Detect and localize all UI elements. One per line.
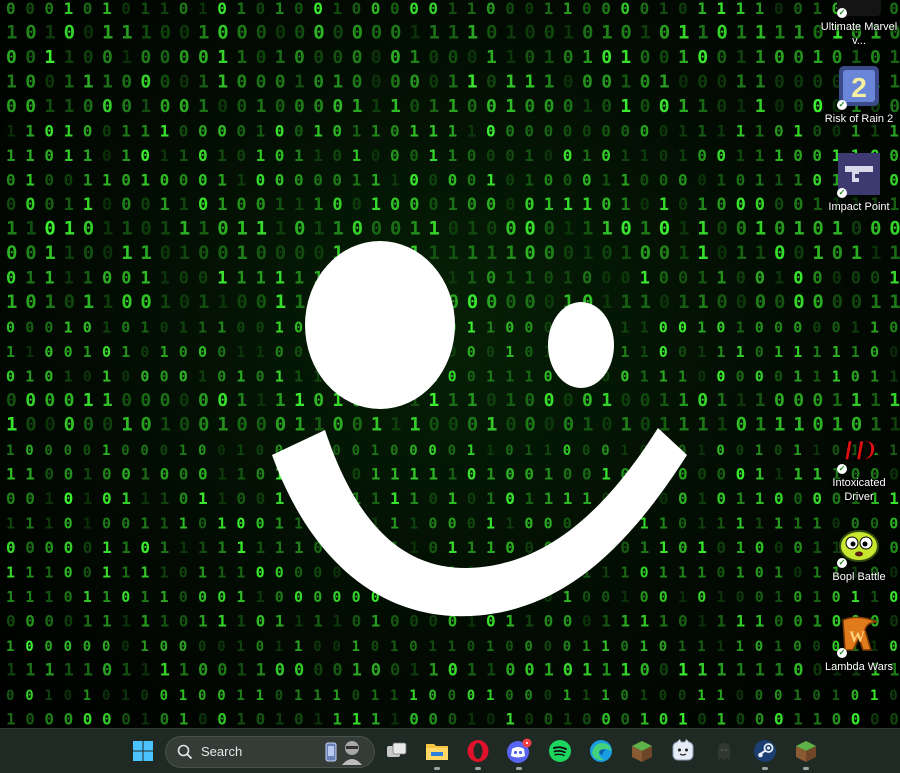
running-indicator (434, 767, 440, 770)
smiley-mouth (272, 428, 687, 617)
search-icon (177, 744, 193, 760)
desktop: 0001010110101010010000011000110000101111… (0, 0, 900, 728)
minecraft[interactable] (626, 735, 658, 767)
discord[interactable]: • (503, 735, 535, 770)
desktop-icon-risk-of-rain-2[interactable]: 2 ✓ Risk of Rain 2 (817, 64, 900, 126)
cute-face-icon (672, 739, 694, 761)
folder-icon (426, 744, 448, 760)
file-explorer[interactable] (421, 735, 453, 770)
desktop-icon-intoxicated-driver[interactable]: ID ✓ Intoxicated Driver (817, 428, 900, 504)
grass-block-icon (796, 741, 816, 762)
minecraft-launcher[interactable] (790, 735, 822, 770)
smiley-left-eye (305, 241, 455, 409)
sync-check-icon: ✓ (837, 188, 847, 198)
windows-logo-icon (133, 741, 153, 761)
desktop-icon-label: Bopl Battle (832, 571, 886, 583)
task-view-icon (387, 742, 407, 757)
taskbar: Search • (0, 728, 900, 773)
running-indicator (803, 767, 809, 770)
steam-icon (754, 740, 776, 762)
task-view-button[interactable] (381, 735, 413, 767)
desktop-icon-label: Ultimate Marvel v... (820, 21, 898, 47)
sync-check-icon: ✓ (837, 558, 847, 568)
desktop-icon-ultimate-marvel[interactable]: ✓ Ultimate Marvel v... (817, 0, 900, 48)
running-indicator (762, 767, 768, 770)
spotify-icon (549, 740, 571, 762)
running-indicator (516, 767, 522, 770)
lambda-wars-icon: W ✓ (837, 612, 881, 658)
search-highlight-phone-icon (325, 742, 337, 762)
search-box[interactable]: Search (165, 736, 375, 768)
smiley-right-eye (548, 302, 614, 388)
companion-app[interactable] (667, 735, 699, 767)
microsoft-edge[interactable] (585, 735, 617, 767)
id-logo-icon: ID ✓ (837, 428, 881, 474)
ghost-icon (718, 743, 730, 760)
sync-check-icon: ✓ (837, 464, 847, 474)
ultimate-marvel-icon: ✓ (837, 0, 881, 18)
svg-text:2: 2 (851, 72, 867, 103)
svg-text:W: W (849, 629, 865, 646)
grass-block-icon (632, 741, 652, 762)
svg-text:ID: ID (841, 434, 875, 467)
desktop-icon-label: Impact Point (828, 201, 890, 213)
desktop-icon-impact-point[interactable]: ✓ Impact Point (817, 152, 900, 214)
desktop-icon-label: Intoxicated Driver (832, 477, 886, 503)
search-highlight-character-icon (342, 741, 362, 765)
spotify[interactable] (544, 735, 576, 767)
running-indicator (475, 767, 481, 770)
pistol-icon: ✓ (837, 152, 881, 198)
sync-check-icon: ✓ (837, 8, 847, 18)
sync-check-icon: ✓ (837, 648, 847, 658)
desktop-icon-label: Lambda Wars (824, 661, 894, 673)
desktop-icon-bopl-battle[interactable]: ✓ Bopl Battle (817, 522, 900, 584)
risk-of-rain-2-icon: 2 ✓ (837, 64, 881, 110)
bopl-blob-icon: ✓ (837, 522, 881, 568)
discord-icon: • (507, 738, 532, 763)
search-label: Search (201, 744, 243, 759)
edge-icon (590, 740, 612, 762)
steam[interactable] (749, 735, 781, 770)
desktop-icon-label: Risk of Rain 2 (824, 113, 894, 125)
stealth-app[interactable] (708, 735, 740, 767)
opera-browser[interactable] (462, 735, 494, 770)
smiley-face-graphic (272, 241, 687, 617)
desktop-icon-lambda-wars[interactable]: W ✓ Lambda Wars (817, 612, 900, 674)
sync-check-icon: ✓ (837, 100, 847, 110)
start-button[interactable] (127, 735, 159, 767)
opera-icon (467, 740, 489, 762)
